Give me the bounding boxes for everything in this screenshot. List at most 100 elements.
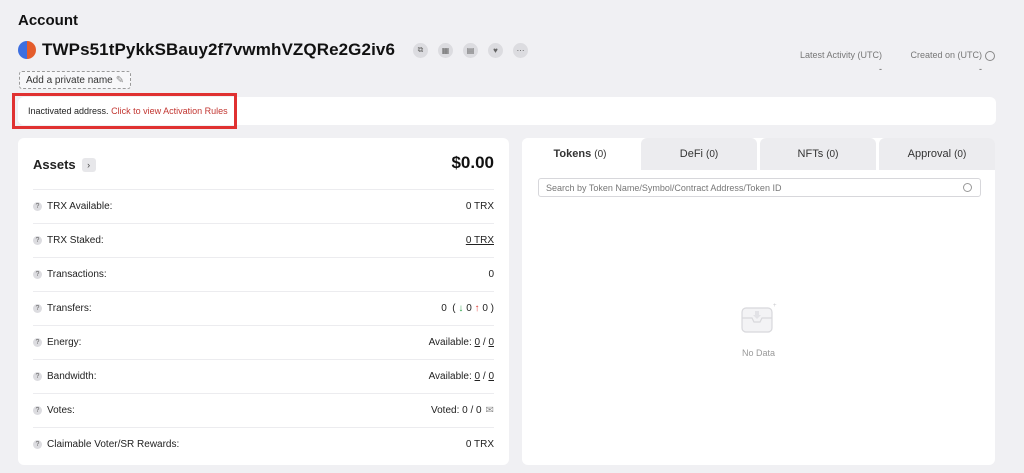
energy-total-link[interactable]: 0: [488, 337, 494, 348]
asset-row-bandwidth: ? Bandwidth: Available: 0 / 0: [33, 359, 494, 393]
tokens-card: Tokens (0) DeFi (0) NFTs (0) Approval (0) Se…: [522, 138, 995, 465]
search-icon[interactable]: [963, 183, 972, 192]
assets-title: Assets: [33, 157, 76, 172]
asset-label-wrap: ? TRX Staked:: [33, 235, 104, 246]
page-header: Account: [18, 12, 78, 29]
latest-activity-label: Latest Activity (UTC): [799, 50, 882, 60]
energy-available-link[interactable]: 0: [475, 337, 481, 348]
address-row: TWPs51tPykkSBauy2f7vwmhVZQRe2G2iv6 ⧉ ▦ ▤…: [18, 40, 528, 60]
more-options-icon[interactable]: ⋯: [513, 42, 528, 58]
asset-label-wrap: ? Votes:: [33, 405, 75, 416]
trx-staked-link[interactable]: 0 TRX: [466, 235, 494, 246]
favorite-heart-icon[interactable]: ♥: [488, 42, 503, 58]
chevron-right-icon[interactable]: ›: [81, 157, 96, 172]
asset-row-transfers: ? Transfers: 0 ( ↓ 0 ↑ 0 ): [33, 291, 494, 325]
tab-tokens[interactable]: Tokens (0): [522, 138, 638, 170]
clock-icon[interactable]: [985, 51, 995, 61]
asset-label: Transfers:: [47, 303, 92, 314]
tab-approval[interactable]: Approval (0): [879, 138, 995, 170]
help-icon[interactable]: ?: [33, 406, 42, 415]
help-icon[interactable]: ?: [33, 338, 42, 347]
tab-label: DeFi: [679, 148, 703, 160]
asset-label: Transactions:: [47, 269, 107, 280]
token-search-input[interactable]: Search by Token Name/Symbol/Contract Add…: [538, 178, 981, 197]
add-private-name-button[interactable]: Add a private name ✎: [19, 71, 132, 89]
asset-label: Claimable Voter/SR Rewards:: [47, 439, 180, 450]
transfers-out: 0: [482, 303, 488, 314]
asset-label-wrap: ? Transfers:: [33, 303, 92, 314]
asset-label: Votes:: [47, 405, 75, 416]
help-icon[interactable]: ?: [33, 440, 42, 449]
created-on-label: Created on (UTC): [910, 50, 982, 60]
arrow-up-icon: ↑: [474, 303, 480, 314]
asset-label-wrap: ? Transactions:: [33, 269, 107, 280]
asset-row-trx-available: ? TRX Available: 0 TRX: [33, 189, 494, 223]
address-actions: ⧉ ▦ ▤ ♥ ⋯: [403, 42, 528, 58]
tab-label: NFTs: [797, 148, 824, 160]
asset-value: 0: [488, 269, 494, 280]
votes-text: Voted: 0 / 0: [431, 405, 482, 416]
tab-label: Approval: [907, 148, 952, 160]
asset-label: TRX Available:: [47, 201, 113, 212]
copy-icon[interactable]: ⧉: [413, 42, 428, 58]
assets-card: Assets › $0.00 ? TRX Available: 0 TRX ? TR…: [18, 138, 509, 465]
asset-row-trx-staked: ? TRX Staked: 0 TRX: [33, 223, 494, 257]
tab-count: (0): [826, 148, 839, 160]
analytics-icon[interactable]: ▤: [463, 42, 478, 58]
asset-row-votes: ? Votes: Voted: 0 / 0 ✉: [33, 393, 494, 427]
tab-defi[interactable]: DeFi (0): [641, 138, 757, 170]
assets-total: $0.00: [451, 153, 494, 172]
bandwidth-available-link[interactable]: 0: [475, 371, 481, 382]
asset-value: 0 TRX: [465, 201, 494, 212]
svg-text:+: +: [773, 303, 777, 309]
help-icon[interactable]: ?: [33, 236, 42, 245]
empty-box-icon: +: [741, 303, 777, 333]
help-icon[interactable]: ?: [33, 304, 42, 313]
page-title: Account: [18, 12, 78, 29]
tab-count: (0): [954, 148, 967, 160]
empty-state-text: No Data: [741, 348, 776, 358]
energy-prefix: Available:: [428, 337, 472, 348]
asset-label: Energy:: [47, 337, 82, 348]
transfers-in: 0: [466, 303, 472, 314]
asset-label-wrap: ? Bandwidth:: [33, 371, 96, 382]
votes-value: Voted: 0 / 0 ✉: [431, 405, 494, 416]
tab-nfts[interactable]: NFTs (0): [760, 138, 876, 170]
energy-value: Available: 0 / 0: [428, 337, 494, 348]
bandwidth-total-link[interactable]: 0: [488, 371, 494, 382]
transfers-total: 0: [441, 303, 447, 314]
bandwidth-value: Available: 0 / 0: [428, 371, 494, 382]
asset-label-wrap: ? TRX Available:: [33, 201, 112, 212]
asset-value: 0 TRX: [465, 439, 494, 450]
search-placeholder: Search by Token Name/Symbol/Contract Add…: [546, 182, 782, 193]
latest-activity-value: -: [879, 64, 882, 74]
transfers-value: 0 ( ↓ 0 ↑ 0 ): [441, 303, 494, 314]
tab-count: (0): [706, 148, 719, 160]
asset-label-wrap: ? Energy:: [33, 337, 81, 348]
tab-count: (0): [594, 148, 607, 160]
assets-header: Assets ›: [33, 157, 96, 172]
tab-label: Tokens: [553, 148, 592, 160]
asset-label-wrap: ? Claimable Voter/SR Rewards:: [33, 439, 179, 450]
created-on: Created on (UTC) -: [900, 50, 982, 74]
asset-row-rewards: ? Claimable Voter/SR Rewards: 0 TRX: [33, 427, 494, 461]
arrow-down-icon: ↓: [458, 303, 464, 314]
help-icon[interactable]: ?: [33, 270, 42, 279]
help-icon[interactable]: ?: [33, 372, 42, 381]
asset-row-energy: ? Energy: Available: 0 / 0: [33, 325, 494, 359]
account-avatar-icon: [18, 41, 36, 59]
qr-code-icon[interactable]: ▦: [438, 42, 453, 58]
asset-label: Bandwidth:: [47, 371, 97, 382]
created-on-value: -: [979, 64, 982, 74]
highlight-annotation-box: [12, 93, 237, 129]
asset-label: TRX Staked:: [47, 235, 104, 246]
private-name-label: Add a private name: [26, 74, 113, 86]
tab-bar: Tokens (0) DeFi (0) NFTs (0) Approval (0): [522, 138, 995, 170]
vote-icon[interactable]: ✉: [486, 405, 494, 416]
help-icon[interactable]: ?: [33, 202, 42, 211]
bandwidth-prefix: Available:: [428, 371, 472, 382]
pencil-icon: ✎: [115, 74, 125, 86]
latest-activity: Latest Activity (UTC) -: [790, 50, 882, 74]
asset-row-transactions: ? Transactions: 0: [33, 257, 494, 291]
account-address[interactable]: TWPs51tPykkSBauy2f7vwmhVZQRe2G2iv6: [42, 40, 395, 60]
